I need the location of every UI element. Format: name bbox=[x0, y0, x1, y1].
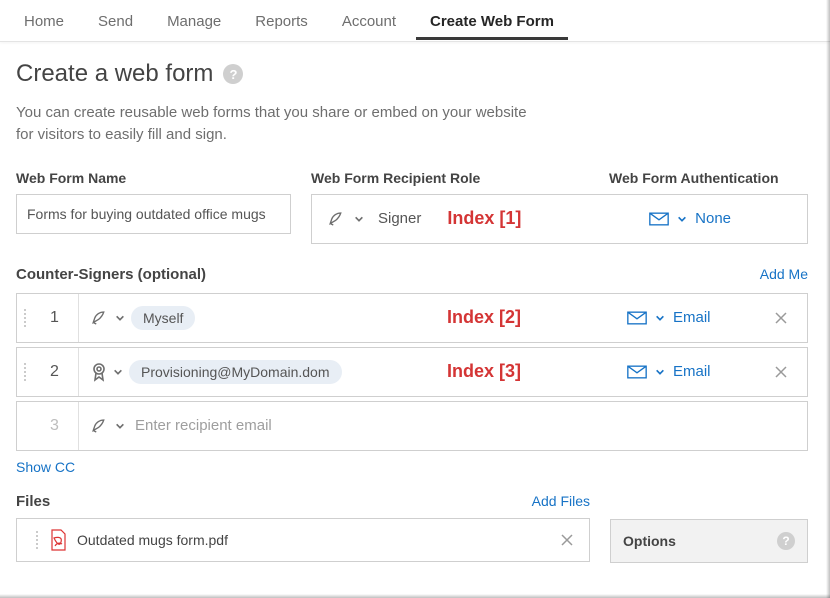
annotation-index-2: Index [2] bbox=[447, 307, 521, 328]
options-panel[interactable]: Options ? bbox=[610, 519, 808, 563]
files-label: Files bbox=[16, 493, 50, 510]
pdf-icon bbox=[49, 529, 67, 551]
remove-row-button[interactable] bbox=[773, 310, 789, 326]
counter-signers-header: Counter-Signers (optional) Add Me bbox=[16, 266, 808, 283]
counter-signer-row: 2 Provisioning@MyDomain.dom Index [3] Em… bbox=[16, 347, 808, 397]
pen-icon[interactable] bbox=[91, 417, 109, 435]
chevron-down-icon[interactable] bbox=[115, 313, 125, 323]
remove-row-button[interactable] bbox=[773, 364, 789, 380]
nav-home[interactable]: Home bbox=[10, 2, 78, 39]
nav-account[interactable]: Account bbox=[328, 2, 410, 39]
pen-icon[interactable] bbox=[91, 309, 109, 327]
help-icon[interactable]: ? bbox=[223, 64, 243, 84]
nav-create-web-form[interactable]: Create Web Form bbox=[416, 2, 568, 40]
row-number: 2 bbox=[31, 348, 79, 396]
chevron-down-icon[interactable] bbox=[115, 421, 125, 431]
row-number: 3 bbox=[31, 402, 79, 450]
file-name: Outdated mugs form.pdf bbox=[77, 532, 228, 548]
counter-signer-row: 1 Myself Index [2] Email bbox=[16, 293, 808, 343]
chevron-down-icon[interactable] bbox=[113, 367, 123, 377]
recipient-chip[interactable]: Myself bbox=[131, 306, 195, 330]
fields-row: Web Form Name Web Form Recipient Role We… bbox=[16, 170, 808, 244]
show-cc-link[interactable]: Show CC bbox=[16, 459, 808, 475]
page-description: You can create reusable web forms that y… bbox=[16, 102, 536, 146]
auth-value[interactable]: Email bbox=[673, 309, 711, 326]
counter-signer-blank-row[interactable]: 3 Enter recipient email bbox=[16, 401, 808, 451]
help-icon[interactable]: ? bbox=[777, 532, 795, 550]
web-form-auth-label: Web Form Authentication bbox=[609, 170, 779, 186]
mail-icon[interactable] bbox=[627, 311, 647, 325]
web-form-name-input[interactable] bbox=[16, 194, 291, 234]
web-form-name-label: Web Form Name bbox=[16, 170, 291, 186]
chevron-down-icon[interactable] bbox=[655, 367, 665, 377]
nav-manage[interactable]: Manage bbox=[153, 2, 235, 39]
chevron-down-icon[interactable] bbox=[677, 214, 687, 224]
recipient-email-placeholder[interactable]: Enter recipient email bbox=[135, 417, 272, 434]
nav-send[interactable]: Send bbox=[84, 2, 147, 39]
chevron-down-icon[interactable] bbox=[354, 214, 364, 224]
nav-reports[interactable]: Reports bbox=[241, 2, 322, 39]
annotation-index-1: Index [1] bbox=[447, 208, 521, 229]
page-title: Create a web form bbox=[16, 60, 213, 88]
pen-icon[interactable] bbox=[328, 210, 346, 228]
auth-value[interactable]: Email bbox=[673, 363, 711, 380]
role-auth-row: Web Form Authentication Signer Index [1] bbox=[311, 194, 808, 244]
drag-handle-icon[interactable] bbox=[29, 531, 39, 549]
drag-handle-icon[interactable] bbox=[17, 363, 27, 381]
row-number: 1 bbox=[31, 294, 79, 342]
drag-handle-icon[interactable] bbox=[17, 309, 27, 327]
remove-file-button[interactable] bbox=[559, 532, 575, 548]
file-item[interactable]: Outdated mugs form.pdf bbox=[16, 518, 590, 562]
recipient-role-value: Signer bbox=[378, 210, 421, 227]
top-nav: Home Send Manage Reports Account Create … bbox=[0, 0, 830, 42]
add-files-link[interactable]: Add Files bbox=[532, 493, 590, 509]
mail-icon[interactable] bbox=[627, 365, 647, 379]
chevron-down-icon[interactable] bbox=[655, 313, 665, 323]
mail-icon[interactable] bbox=[649, 212, 669, 226]
page-title-row: Create a web form ? bbox=[16, 60, 808, 88]
ribbon-icon[interactable] bbox=[91, 362, 107, 382]
counter-signers-label: Counter-Signers (optional) bbox=[16, 266, 206, 283]
options-title: Options bbox=[623, 533, 676, 549]
recipient-chip[interactable]: Provisioning@MyDomain.dom bbox=[129, 360, 342, 384]
annotation-index-3: Index [3] bbox=[447, 361, 521, 382]
add-me-link[interactable]: Add Me bbox=[760, 266, 808, 282]
web-form-auth-value[interactable]: None bbox=[695, 210, 731, 227]
